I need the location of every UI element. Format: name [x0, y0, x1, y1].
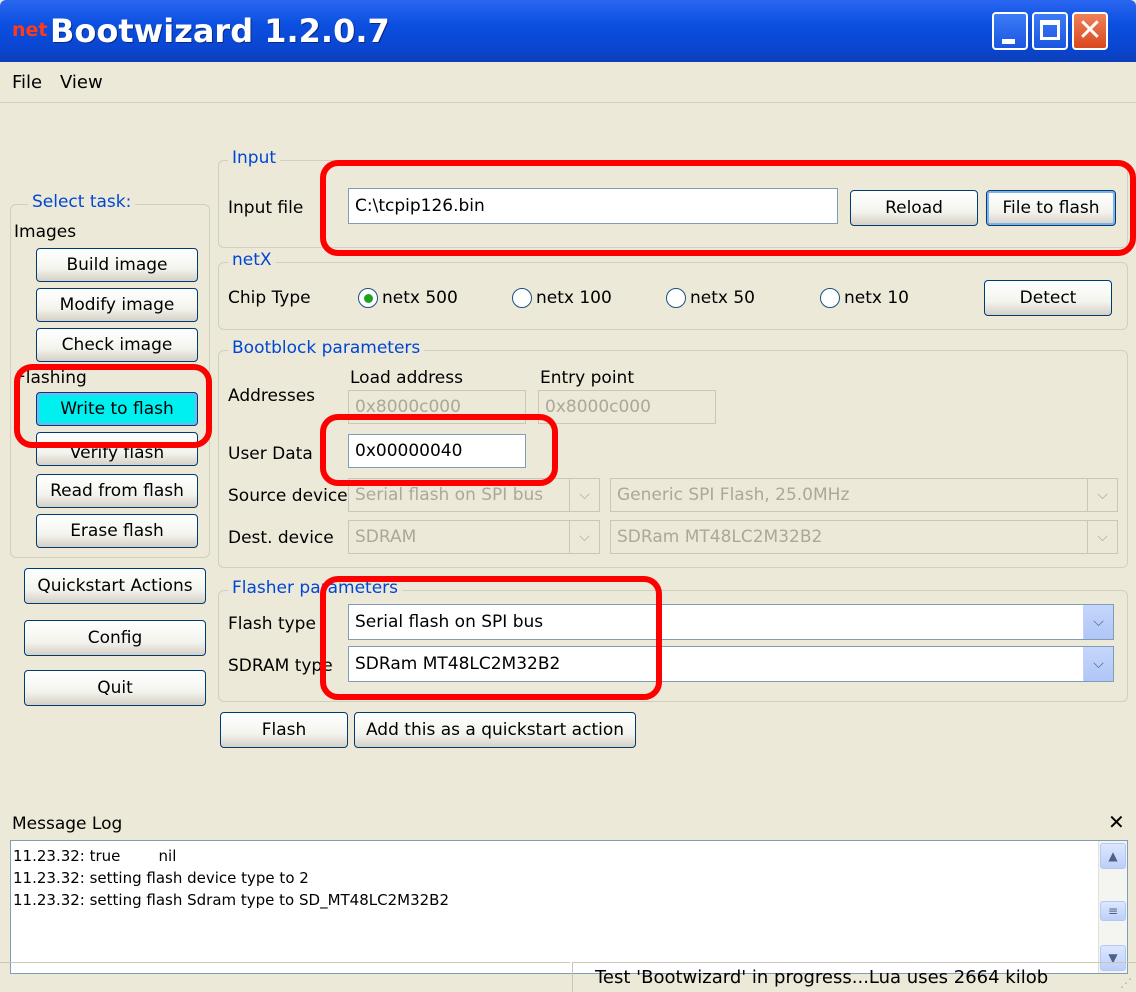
input-file-label: Input file [228, 198, 304, 218]
radio-netx-500[interactable] [358, 288, 378, 308]
close-button[interactable]: ✕ [1072, 12, 1108, 50]
dest-device-label: Dest. device [228, 528, 334, 548]
app-icon: net [12, 19, 48, 41]
check-image-button[interactable]: Check image [36, 328, 198, 362]
dest-device-detail-select[interactable]: SDRam MT48LC2M32B2 ⌵ [610, 520, 1118, 554]
modify-image-button[interactable]: Modify image [36, 288, 198, 322]
chevron-down-icon: ⌵ [569, 479, 599, 511]
log-scrollbar[interactable]: ▲ ≡ ▼ [1098, 841, 1127, 973]
status-pane-left [0, 962, 570, 992]
flash-type-value: Serial flash on SPI bus [355, 612, 544, 632]
verify-flash-label: Verify flash [69, 443, 165, 463]
source-device-select[interactable]: Serial flash on SPI bus ⌵ [348, 478, 600, 512]
message-log-header: Message Log ✕ [0, 808, 1136, 838]
file-to-flash-button[interactable]: File to flash [986, 190, 1116, 226]
config-button[interactable]: Config [24, 620, 206, 656]
radio-netx-100-label: netx 100 [536, 288, 612, 308]
radio-netx-500-label: netx 500 [382, 288, 458, 308]
add-quickstart-button[interactable]: Add this as a quickstart action [354, 712, 636, 748]
menu-file[interactable]: File [12, 72, 42, 93]
user-data-label: User Data [228, 444, 313, 464]
chevron-down-icon: ⌵ [1087, 479, 1117, 511]
chevron-down-icon: ⌵ [1083, 605, 1113, 639]
images-label: Images [14, 222, 77, 242]
flasher-group-title: Flasher parameters [228, 578, 403, 598]
message-log-close-icon[interactable]: ✕ [1108, 810, 1125, 834]
build-image-button[interactable]: Build image [36, 248, 198, 282]
scroll-up-icon[interactable]: ▲ [1100, 843, 1126, 869]
chevron-down-icon: ⌵ [1087, 521, 1117, 553]
source-device-label: Source device [228, 486, 348, 506]
radio-netx-50[interactable] [666, 288, 686, 308]
load-address-field[interactable]: 0x8000c000 [348, 390, 526, 424]
minimize-icon [1002, 39, 1015, 44]
flash-button[interactable]: Flash [220, 712, 348, 748]
load-address-label: Load address [350, 368, 463, 388]
erase-flash-button[interactable]: Erase flash [36, 514, 198, 548]
entry-point-field[interactable]: 0x8000c000 [538, 390, 716, 424]
chevron-down-icon: ⌵ [569, 521, 599, 553]
log-line: 11.23.32: setting flash Sdram type to SD… [13, 891, 450, 909]
maximize-icon [1040, 20, 1060, 40]
flash-type-label: Flash type [228, 614, 316, 634]
log-line: 11.23.32: setting flash device type to 2 [13, 869, 309, 887]
addresses-label: Addresses [228, 386, 316, 406]
menu-view[interactable]: View [60, 72, 103, 93]
detect-button[interactable]: Detect [984, 280, 1112, 316]
radio-netx-50-label: netx 50 [690, 288, 755, 308]
write-to-flash-button[interactable]: Write to flash [36, 392, 198, 426]
dest-device-select[interactable]: SDRAM ⌵ [348, 520, 600, 554]
select-task-title: Select task: [28, 192, 136, 212]
netx-group-title: netX [228, 250, 276, 270]
sdram-type-label: SDRAM type [228, 656, 333, 676]
source-device-value: Serial flash on SPI bus [355, 485, 544, 505]
radio-netx-10-label: netx 10 [844, 288, 909, 308]
radio-netx-100[interactable] [512, 288, 532, 308]
flashing-label: Flashing [16, 368, 87, 388]
minimize-button[interactable] [992, 12, 1028, 50]
source-device-detail-value: Generic SPI Flash, 25.0MHz [617, 485, 850, 505]
quickstart-actions-button[interactable]: Quickstart Actions [24, 568, 206, 604]
entry-point-label: Entry point [540, 368, 634, 388]
reload-button[interactable]: Reload [850, 190, 978, 226]
sdram-type-value: SDRam MT48LC2M32B2 [355, 654, 561, 674]
input-file-field[interactable]: C:\tcpip126.bin [348, 188, 838, 224]
flash-type-select[interactable]: Serial flash on SPI bus ⌵ [348, 604, 1114, 640]
status-pane-right: Test 'Bootwizard' in progress...Lua uses… [572, 962, 1136, 992]
maximize-button[interactable] [1032, 12, 1068, 50]
log-line: 11.23.32: true nil [13, 847, 177, 865]
radio-netx-10[interactable] [820, 288, 840, 308]
radio-selected-dot [363, 293, 373, 303]
source-device-detail-select[interactable]: Generic SPI Flash, 25.0MHz ⌵ [610, 478, 1118, 512]
menu-bar: File View [0, 62, 1136, 103]
dest-device-detail-value: SDRam MT48LC2M32B2 [617, 527, 823, 547]
input-group-title: Input [228, 148, 281, 168]
window-title: Bootwizard 1.2.0.7 [50, 12, 390, 50]
sdram-type-select[interactable]: SDRam MT48LC2M32B2 ⌵ [348, 646, 1114, 682]
verify-flash-button[interactable]: Verify flash [36, 432, 198, 466]
title-bar[interactable]: net Bootwizard 1.2.0.7 ✕ [0, 0, 1136, 62]
quit-button[interactable]: Quit [24, 670, 206, 706]
status-text: Test 'Bootwizard' in progress...Lua uses… [595, 967, 1049, 988]
dest-device-value: SDRAM [355, 527, 417, 547]
chevron-down-icon: ⌵ [1083, 647, 1113, 681]
close-icon: ✕ [1077, 13, 1103, 48]
message-log[interactable]: 11.23.32: true nil 11.23.32: setting fla… [10, 840, 1128, 974]
resize-grip-icon[interactable]: ⋰ [1120, 976, 1132, 990]
chip-type-label: Chip Type [228, 288, 311, 308]
scroll-thumb[interactable]: ≡ [1100, 901, 1126, 921]
bootblock-group-title: Bootblock parameters [228, 338, 425, 358]
read-from-flash-button[interactable]: Read from flash [36, 474, 198, 508]
message-log-title: Message Log [12, 814, 123, 834]
user-data-field[interactable]: 0x00000040 [348, 434, 526, 468]
